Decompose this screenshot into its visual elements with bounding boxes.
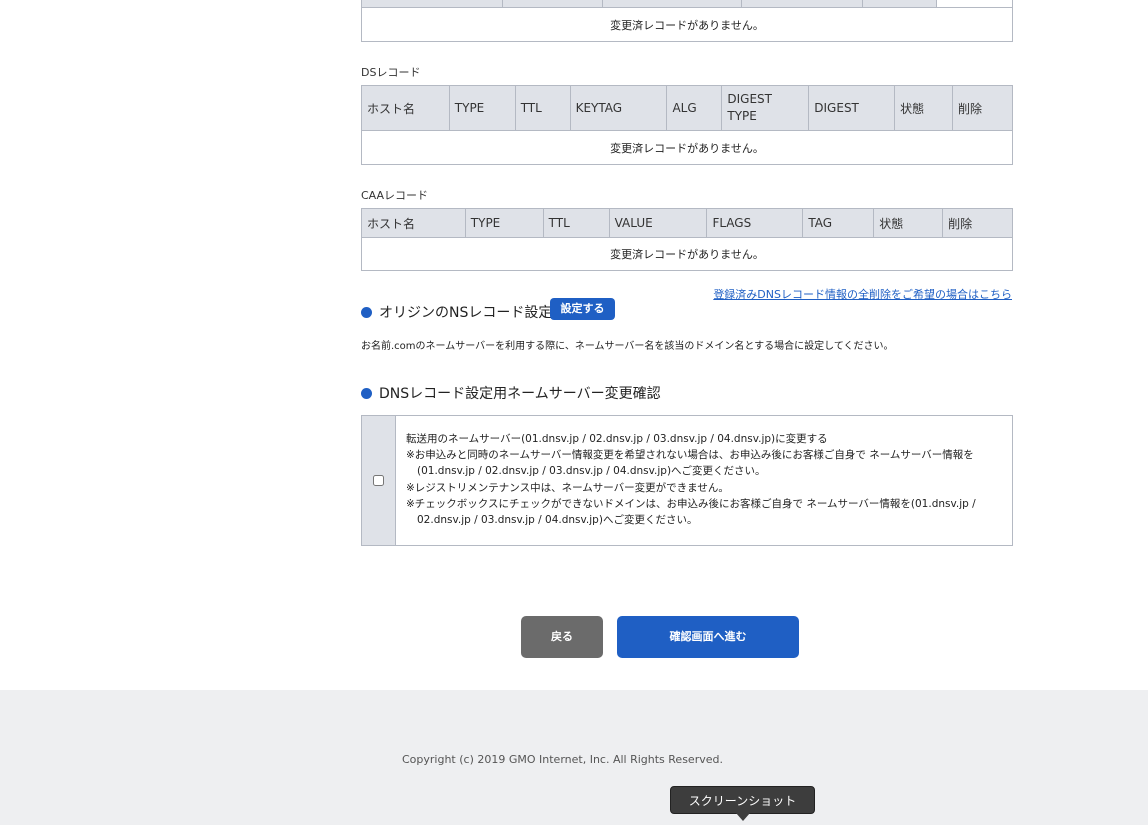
top-header-cell <box>501 0 603 8</box>
ns-change-note: (01.dnsv.jp / 02.dnsv.jp / 03.dnsv.jp / … <box>417 465 766 478</box>
ds-header-delete: 削除 <box>952 85 1013 131</box>
ds-header-type: TYPE <box>448 85 516 131</box>
ds-header-digest-type: DIGEST TYPE <box>721 85 810 131</box>
ds-record-table: ホスト名 TYPE TTL KEYTAG ALG DIGEST TYPE DIG… <box>361 85 1013 165</box>
ns-change-note: 02.dnsv.jp / 03.dnsv.jp / 04.dnsv.jp)へご変… <box>417 514 698 527</box>
ns-change-heading: DNSレコード設定用ネームサーバー変更確認 <box>361 383 661 403</box>
caa-header-tag: TAG <box>802 208 875 238</box>
ds-header-hostname: ホスト名 <box>361 85 450 131</box>
empty-message: 変更済レコードがありません。 <box>361 130 1013 165</box>
ds-header-keytag: KEYTAG <box>569 85 668 131</box>
ds-header-alg: ALG <box>666 85 723 131</box>
footer: Copyright (c) 2019 GMO Internet, Inc. Al… <box>0 690 1148 825</box>
caa-header-type: TYPE <box>464 208 544 238</box>
ds-header-ttl: TTL <box>514 85 571 131</box>
ns-change-note: ※お申込みと同時のネームサーバー情報変更を希望されない場合は、お申込み後にお客様… <box>406 449 974 462</box>
origin-ns-set-button[interactable]: 設定する <box>550 298 615 320</box>
proceed-to-confirm-button[interactable]: 確認画面へ進む <box>617 616 799 658</box>
ns-change-box: 転送用のネームサーバー(01.dnsv.jp / 02.dnsv.jp / 03… <box>361 415 1013 546</box>
checkbox-cell <box>362 416 396 545</box>
top-header-cell <box>936 0 1013 8</box>
top-header-cell <box>601 0 743 8</box>
ns-change-texts: 転送用のネームサーバー(01.dnsv.jp / 02.dnsv.jp / 03… <box>406 431 1006 528</box>
origin-ns-title: オリジンのNSレコード設定 <box>379 305 553 321</box>
caa-header-flags: FLAGS <box>706 208 804 238</box>
top-record-table: 変更済レコードがありません。 <box>361 0 1013 42</box>
origin-ns-heading: オリジンのNSレコード設定 <box>361 302 552 322</box>
tooltip-arrow-icon <box>736 813 750 821</box>
delete-all-records-link[interactable]: 登録済みDNSレコード情報の全削除をご希望の場合はこちら <box>713 286 1012 302</box>
top-header-cell <box>741 0 864 8</box>
top-header-cell <box>862 0 938 8</box>
bullet-dot-icon <box>361 306 372 318</box>
empty-message: 変更済レコードがありません。 <box>361 237 1013 271</box>
ds-header-status: 状態 <box>894 85 954 131</box>
page: 変更済レコードがありません。 DSレコード ホスト名 TYPE TTL KEYT… <box>0 0 1148 825</box>
caa-record-table: ホスト名 TYPE TTL VALUE FLAGS TAG 状態 削除 変更済レ… <box>361 208 1013 271</box>
caa-header-hostname: ホスト名 <box>361 208 466 238</box>
caa-section-label: CAAレコード <box>361 189 429 202</box>
copyright-text: Copyright (c) 2019 GMO Internet, Inc. Al… <box>402 753 723 766</box>
ns-change-note: ※チェックボックスにチェックができないドメインは、お申込み後にお客様ご自身で ネ… <box>406 497 976 510</box>
ns-change-line: 転送用のネームサーバー(01.dnsv.jp / 02.dnsv.jp / 03… <box>406 433 828 445</box>
empty-message: 変更済レコードがありません。 <box>361 7 1013 42</box>
caa-header-status: 状態 <box>873 208 944 238</box>
ds-header-digest: DIGEST <box>808 85 896 131</box>
caa-header-delete: 削除 <box>942 208 1013 238</box>
caa-header-ttl: TTL <box>542 208 610 238</box>
ds-section-label: DSレコード <box>361 66 421 79</box>
ns-change-note: ※レジストリメンテナンス中は、ネームサーバー変更ができません。 <box>406 481 729 494</box>
ns-change-checkbox[interactable] <box>373 475 384 486</box>
back-button[interactable]: 戻る <box>521 616 603 658</box>
screenshot-tooltip: スクリーンショット <box>670 786 815 814</box>
caa-header-value: VALUE <box>608 208 708 238</box>
bullet-dot-icon <box>361 387 372 399</box>
top-header-cell <box>361 0 503 8</box>
ns-change-title: DNSレコード設定用ネームサーバー変更確認 <box>379 386 661 402</box>
origin-ns-description: お名前.comのネームサーバーを利用する際に、ネームサーバー名を該当のドメイン名… <box>361 341 894 352</box>
